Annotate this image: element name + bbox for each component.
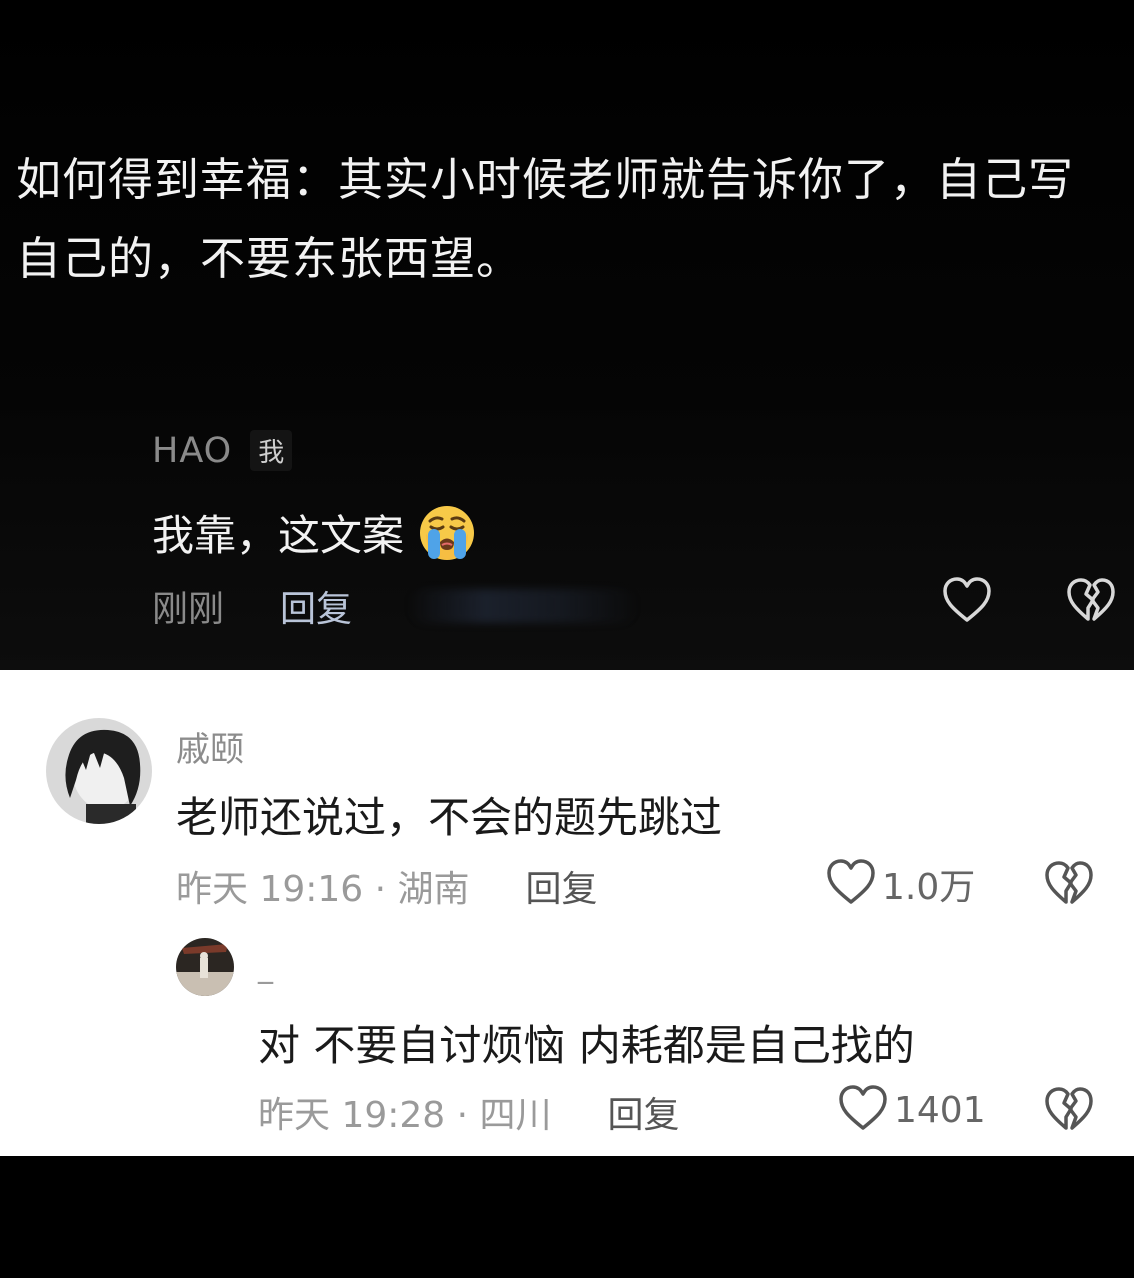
overlay-comment-text-row: 我靠，这文案: [152, 502, 476, 563]
overlay-comment-header: HAO 我: [152, 430, 293, 471]
blurred-watermark: [408, 589, 639, 623]
heart-outline-icon[interactable]: [838, 1084, 888, 1136]
like-button[interactable]: 1.0万: [826, 858, 975, 910]
screenshot: 如何得到幸福：其实小时候老师就告诉你了，自己写自己的，不要东张西望。 HAO 我…: [0, 0, 1134, 1278]
comment-time-location: 昨天 19:16 · 湖南: [176, 869, 470, 910]
avatar[interactable]: [46, 718, 152, 824]
like-count: 1.0万: [882, 867, 976, 908]
reply-meta: 昨天 19:28 · 四川 回复: [258, 1086, 680, 1138]
video-overlay: 如何得到幸福：其实小时候老师就告诉你了，自己写自己的，不要东张西望。 HAO 我…: [0, 0, 1134, 670]
me-badge: 我: [250, 430, 293, 471]
reply-button[interactable]: 回复: [526, 860, 598, 912]
reply-time-location: 昨天 19:28 · 四川: [258, 1095, 552, 1136]
heart-outline-icon[interactable]: [826, 858, 876, 910]
broken-heart-icon[interactable]: [1044, 1086, 1094, 1138]
like-button[interactable]: 1401: [838, 1084, 986, 1136]
comment-list: 戚颐 老师还说过，不会的题先跳过 昨天 19:16 · 湖南 回复 1.0万 _…: [0, 670, 1134, 1156]
overlay-comment-meta: 刚刚 回复: [152, 580, 639, 632]
overlay-username[interactable]: HAO: [152, 431, 232, 471]
reply-button[interactable]: 回复: [608, 1086, 680, 1138]
overlay-reply-button[interactable]: 回复: [280, 580, 352, 632]
broken-heart-icon[interactable]: [1066, 577, 1116, 629]
comment-username[interactable]: 戚颐: [176, 722, 244, 771]
post-caption: 如何得到幸福：其实小时候老师就告诉你了，自己写自己的，不要东张西望。: [16, 153, 1075, 285]
like-count: 1401: [894, 1089, 986, 1131]
comment-text: 老师还说过，不会的题先跳过: [176, 793, 723, 842]
overlay-comment-text: 我靠，这文案: [152, 511, 405, 560]
comment-meta: 昨天 19:16 · 湖南 回复: [176, 860, 598, 912]
reply-avatar[interactable]: [176, 938, 234, 996]
crying-face-emoji-icon: [418, 504, 476, 562]
overlay-comment-time: 刚刚: [152, 589, 225, 630]
broken-heart-icon[interactable]: [1044, 860, 1094, 912]
heart-outline-icon[interactable]: [942, 576, 992, 628]
reply-text: 对 不要自讨烦恼 内耗都是自己找的: [258, 1021, 915, 1070]
bottom-bar: [0, 1156, 1134, 1278]
reply-username[interactable]: _: [258, 950, 273, 985]
